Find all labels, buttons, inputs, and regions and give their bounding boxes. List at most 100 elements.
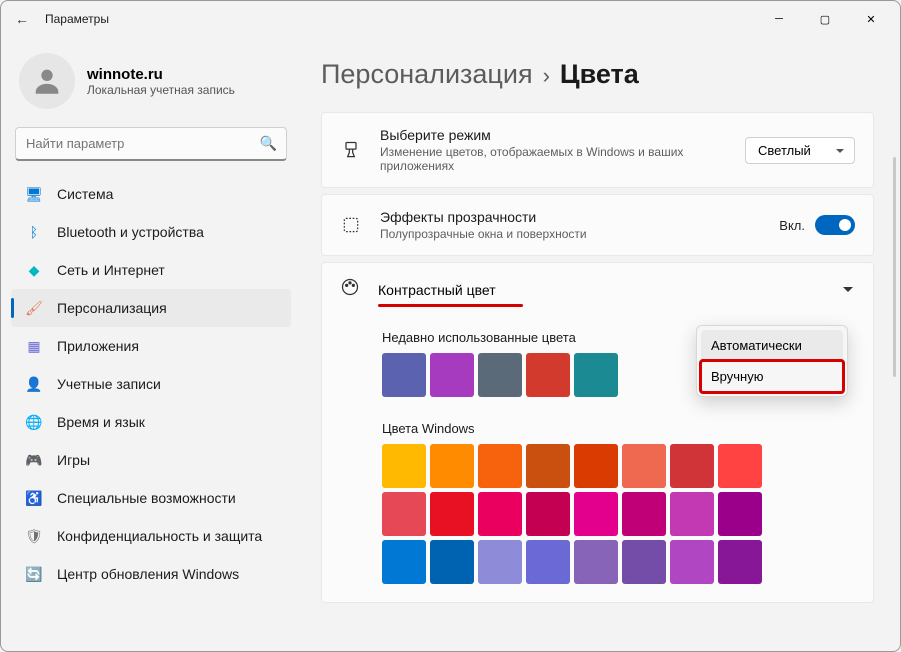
sidebar-item-label: Приложения	[57, 338, 139, 354]
accent-mode-dropdown[interactable]: Автоматически Вручную	[696, 325, 848, 397]
color-swatch[interactable]	[382, 353, 426, 397]
color-swatch[interactable]	[718, 444, 762, 488]
breadcrumb-parent[interactable]: Персонализация	[321, 59, 533, 90]
close-button[interactable]: ✕	[848, 4, 894, 34]
color-swatch[interactable]	[430, 492, 474, 536]
windows-colors-grid	[382, 444, 802, 584]
accessibility-icon: ♿	[25, 489, 43, 507]
annotation-underline	[378, 304, 523, 307]
sidebar-item-7[interactable]: 🎮 Игры	[11, 441, 291, 479]
color-swatch[interactable]	[430, 353, 474, 397]
sidebar-item-10[interactable]: 🔄 Центр обновления Windows	[11, 555, 291, 593]
minimize-button[interactable]: ─	[756, 4, 802, 34]
search-input[interactable]	[15, 127, 287, 161]
search-icon: 🔍	[260, 135, 277, 152]
color-swatch[interactable]	[670, 540, 714, 584]
window-title: Параметры	[45, 12, 109, 26]
mode-select[interactable]: Светлый	[745, 137, 855, 164]
color-swatch[interactable]	[430, 540, 474, 584]
breadcrumb-sep: ›	[543, 63, 550, 89]
color-swatch[interactable]	[526, 492, 570, 536]
sidebar-item-label: Сеть и Интернет	[57, 262, 165, 278]
maximize-button[interactable]: ▢	[802, 4, 848, 34]
color-swatch[interactable]	[526, 540, 570, 584]
windows-colors-title: Цвета Windows	[382, 421, 873, 436]
color-swatch[interactable]	[382, 540, 426, 584]
color-swatch[interactable]	[670, 492, 714, 536]
nav-list: 🖥Система ᛒ Bluetooth и устройства ◆ Сеть и И…	[11, 175, 291, 593]
account-name: winnote.ru	[87, 66, 235, 83]
color-swatch[interactable]	[622, 492, 666, 536]
transparency-card: Эффекты прозрачности Полупрозрачные окна…	[321, 194, 874, 256]
titlebar: ← Параметры ─ ▢ ✕	[1, 1, 900, 37]
mode-subtitle: Изменение цветов, отображаемых в Windows…	[380, 145, 727, 173]
avatar	[19, 53, 75, 109]
color-swatch[interactable]	[622, 540, 666, 584]
color-swatch[interactable]	[718, 540, 762, 584]
sidebar-item-label: Время и язык	[57, 414, 145, 430]
sidebar-item-1[interactable]: ᛒ Bluetooth и устройства	[11, 213, 291, 251]
color-swatch[interactable]	[526, 353, 570, 397]
sidebar-item-5[interactable]: 👤 Учетные записи	[11, 365, 291, 403]
color-swatch[interactable]	[526, 444, 570, 488]
sidebar-item-label: Bluetooth и устройства	[57, 224, 204, 240]
account-block[interactable]: winnote.ru Локальная учетная запись	[11, 47, 291, 127]
scrollbar[interactable]	[893, 157, 896, 377]
mode-title: Выберите режим	[380, 127, 727, 143]
color-swatch[interactable]	[478, 444, 522, 488]
transparency-subtitle: Полупрозрачные окна и поверхности	[380, 227, 761, 241]
sidebar-item-label: Персонализация	[57, 300, 167, 316]
color-swatch[interactable]	[478, 540, 522, 584]
color-swatch[interactable]	[478, 492, 522, 536]
search-box[interactable]: 🔍	[15, 127, 287, 161]
sidebar-item-4[interactable]: ▦ Приложения	[11, 327, 291, 365]
sidebar-item-0[interactable]: 🖥Система	[11, 175, 291, 213]
transparency-icon	[340, 214, 362, 236]
sidebar-item-label: Игры	[57, 452, 90, 468]
sidebar-item-2[interactable]: ◆ Сеть и Интернет	[11, 251, 291, 289]
color-swatch[interactable]	[622, 444, 666, 488]
sidebar: winnote.ru Локальная учетная запись 🔍 🖥С…	[1, 37, 301, 651]
color-swatch[interactable]	[718, 492, 762, 536]
sidebar-item-label: Учетные записи	[57, 376, 161, 392]
back-button[interactable]: ←	[7, 11, 37, 27]
main-content: Персонализация › Цвета Выберите режим Из…	[301, 37, 900, 651]
palette-icon	[340, 277, 360, 302]
color-swatch[interactable]	[574, 492, 618, 536]
sidebar-item-3[interactable]: 🖌 Персонализация	[11, 289, 291, 327]
time-icon: 🌐	[25, 413, 43, 431]
update-icon: 🔄	[25, 565, 43, 583]
sidebar-item-9[interactable]: 🛡 Конфиденциальность и защита	[11, 517, 291, 555]
color-swatch[interactable]	[382, 492, 426, 536]
gaming-icon: 🎮	[25, 451, 43, 469]
toggle-state-label: Вкл.	[779, 218, 805, 233]
sidebar-item-8[interactable]: ♿ Специальные возможности	[11, 479, 291, 517]
sidebar-item-label: Конфиденциальность и защита	[57, 528, 262, 544]
display-icon: 🖥	[25, 185, 43, 203]
apps-icon: ▦	[25, 337, 43, 355]
dropdown-option-auto[interactable]: Автоматически	[701, 330, 843, 361]
sidebar-item-6[interactable]: 🌐 Время и язык	[11, 403, 291, 441]
sidebar-item-label: Центр обновления Windows	[57, 566, 239, 582]
transparency-title: Эффекты прозрачности	[380, 209, 761, 225]
color-swatch[interactable]	[574, 353, 618, 397]
chevron-up-icon[interactable]	[841, 283, 855, 297]
privacy-icon: 🛡	[25, 527, 43, 545]
transparency-toggle[interactable]	[815, 215, 855, 235]
color-swatch[interactable]	[574, 444, 618, 488]
dropdown-option-manual[interactable]: Вручную	[701, 361, 843, 392]
accounts-icon: 👤	[25, 375, 43, 393]
account-type: Локальная учетная запись	[87, 83, 235, 97]
accent-title: Контрастный цвет	[378, 282, 655, 298]
color-swatch[interactable]	[382, 444, 426, 488]
color-swatch[interactable]	[574, 540, 618, 584]
network-icon: ◆	[25, 261, 43, 279]
color-swatch[interactable]	[430, 444, 474, 488]
personalization-icon: 🖌	[25, 299, 43, 317]
color-swatch[interactable]	[670, 444, 714, 488]
breadcrumb-current: Цвета	[560, 59, 639, 90]
sidebar-item-label: Специальные возможности	[57, 490, 236, 506]
bluetooth-icon: ᛒ	[25, 223, 43, 241]
color-swatch[interactable]	[478, 353, 522, 397]
accent-card: Контрастный цвет Недавно использованные …	[321, 262, 874, 603]
